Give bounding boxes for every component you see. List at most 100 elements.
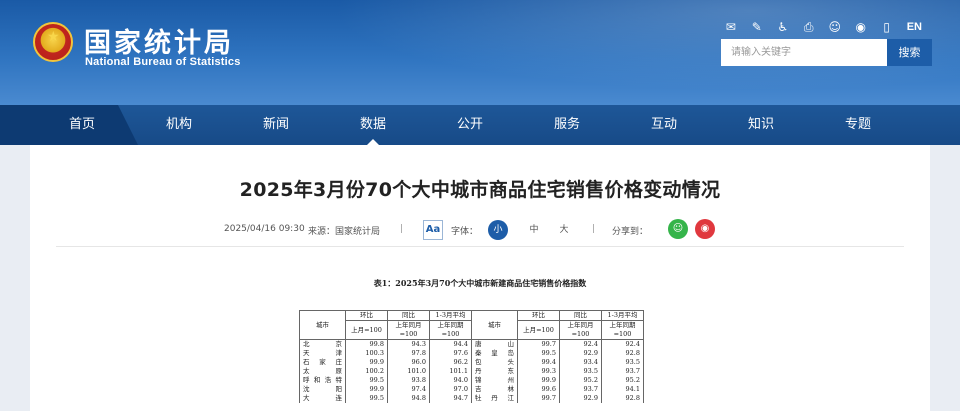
national-emblem-icon[interactable]: ★ (33, 22, 73, 62)
yoy-cell: 92.9 (559, 394, 602, 403)
table-subheader-yoy-base: =100 (387, 330, 430, 340)
wechat-share-icon[interactable]: ☺ (668, 219, 688, 239)
weibo-share-icon[interactable]: ◉ (695, 219, 715, 239)
mom-cell: 99.9 (345, 358, 388, 367)
site-logo-cn[interactable]: 国家统计局 (84, 21, 234, 60)
yoy-cell: 93.7 (559, 385, 602, 394)
table-header-city: 城市 (299, 310, 346, 340)
mom-cell: 99.4 (517, 358, 560, 367)
share-label: 分享到： (612, 227, 649, 237)
avg-cell: 95.2 (601, 376, 644, 385)
table-header-city: 城市 (471, 310, 518, 340)
mom-cell: 99.5 (517, 349, 560, 358)
mom-cell: 99.8 (345, 339, 388, 349)
article-panel: 2025年3月份70个大中城市商品住宅销售价格变动情况 2025/04/16 0… (30, 145, 930, 411)
accessibility-icon[interactable]: ♿ (775, 19, 791, 35)
mom-cell: 100.3 (345, 349, 388, 358)
table-body: 北 京 99.8 94.3 94.4 唐 山 99.7 92.4 92.4 天 … (299, 339, 644, 403)
table-subheader-yoy: 上年同月 (387, 320, 430, 330)
nav-item-public[interactable]: 公开 (430, 105, 510, 145)
yoy-cell: 95.2 (559, 376, 602, 385)
font-medium-button[interactable]: 中 (524, 220, 544, 240)
avg-cell: 94.1 (601, 385, 644, 394)
font-large-button[interactable]: 大 (554, 220, 574, 240)
meta-separator: | (592, 224, 596, 234)
city-cell: 锦 州 (471, 376, 518, 385)
mom-cell: 99.7 (517, 339, 560, 349)
nav-item-knowledge[interactable]: 知识 (721, 105, 801, 145)
nav-item-topics[interactable]: 专题 (818, 105, 898, 145)
search-box: 搜索 (721, 39, 932, 66)
nav-item-news[interactable]: 新闻 (236, 105, 316, 145)
city-cell: 大 连 (299, 394, 346, 403)
city-cell: 牡 丹 江 (471, 394, 518, 403)
table-subheader-avg-base: =100 (601, 330, 644, 340)
table-subheader-avg: 上年同期 (601, 320, 644, 330)
city-cell: 吉 林 (471, 385, 518, 394)
table-subheader-yoy: 上年同月 (559, 320, 602, 330)
table-header-mom: 环比 (345, 310, 388, 321)
price-index-table: 城市 环比 同比 1-3月平均 城市 环比 同比 1-3月平均 上月=100 上… (299, 310, 644, 403)
mom-cell: 99.7 (517, 394, 560, 403)
table-header-yoy: 同比 (559, 310, 602, 321)
yoy-cell: 92.4 (559, 339, 602, 349)
mail-icon[interactable]: ✉ (723, 19, 739, 35)
city-cell: 唐 山 (471, 339, 518, 349)
nav-item-data[interactable]: 数据 (333, 105, 413, 145)
mom-cell: 99.6 (517, 385, 560, 394)
site-header: ★ 国家统计局 National Bureau of Statistics ✉ … (0, 0, 960, 105)
city-cell: 天 津 (299, 349, 346, 358)
table-row: 北 京 99.8 94.3 94.4 唐 山 99.7 92.4 92.4 (299, 339, 644, 349)
table-row: 大 连 99.5 94.8 94.7 牡 丹 江 99.7 92.9 92.8 (299, 394, 644, 403)
mobile-icon[interactable]: ▯ (879, 19, 895, 35)
font-small-button[interactable]: 小 (488, 220, 508, 240)
table-row: 太 原 100.2 101.0 101.1 丹 东 99.3 93.5 93.7 (299, 367, 644, 376)
avg-cell: 92.8 (601, 349, 644, 358)
message-icon[interactable]: ✎ (749, 19, 765, 35)
table-subheader-yoy-base: =100 (559, 330, 602, 340)
font-size-icon[interactable]: Aa (423, 220, 443, 240)
print-icon[interactable]: ⎙ (801, 19, 817, 35)
header-tools: ✉ ✎ ♿ ⎙ ☺ ◉ ▯ EN (723, 19, 922, 35)
avg-cell: 94.0 (429, 376, 472, 385)
publish-date: 2025/04/16 09:30 (224, 224, 305, 234)
article-title: 2025年3月份70个大中城市商品住宅销售价格变动情况 (239, 179, 721, 201)
city-cell: 太 原 (299, 367, 346, 376)
divider (56, 246, 904, 247)
table-caption: 表1：2025年3月70个大中城市新建商品住宅销售价格指数 (373, 278, 587, 288)
nav-item-organization[interactable]: 机构 (139, 105, 219, 145)
city-cell: 呼和浩特 (299, 376, 346, 385)
table-subheader-avg-base: =100 (429, 330, 472, 340)
wechat-icon[interactable]: ☺ (827, 19, 843, 35)
city-cell: 北 京 (299, 339, 346, 349)
yoy-cell: 94.3 (387, 339, 430, 349)
weibo-icon[interactable]: ◉ (853, 19, 869, 35)
yoy-cell: 97.4 (387, 385, 430, 394)
mom-cell: 99.5 (345, 376, 388, 385)
avg-cell: 93.7 (601, 367, 644, 376)
mom-cell: 99.9 (345, 385, 388, 394)
avg-cell: 94.7 (429, 394, 472, 403)
site-logo-en[interactable]: National Bureau of Statistics (85, 56, 241, 68)
table-row: 石 家 庄 99.9 96.0 96.2 包 头 99.4 93.4 93.5 (299, 358, 644, 367)
table-subheader-mom: 上月=100 (517, 320, 560, 340)
city-cell: 沈 阳 (299, 385, 346, 394)
table-header-avg: 1-3月平均 (601, 310, 644, 321)
nav-item-interaction[interactable]: 互动 (624, 105, 704, 145)
main-nav: 首页 机构 新闻 数据 公开 服务 互动 知识 专题 (0, 105, 960, 145)
font-size-label: 字体： (451, 227, 479, 237)
search-input[interactable] (721, 39, 887, 66)
nav-item-home[interactable]: 首页 (42, 105, 122, 145)
language-switch[interactable]: EN (907, 21, 922, 33)
avg-cell: 92.8 (601, 394, 644, 403)
city-cell: 丹 东 (471, 367, 518, 376)
nav-item-services[interactable]: 服务 (527, 105, 607, 145)
avg-cell: 97.6 (429, 349, 472, 358)
search-button[interactable]: 搜索 (887, 39, 932, 66)
table-header-mom: 环比 (517, 310, 560, 321)
yoy-cell: 94.8 (387, 394, 430, 403)
yoy-cell: 93.5 (559, 367, 602, 376)
yoy-cell: 93.8 (387, 376, 430, 385)
avg-cell: 93.5 (601, 358, 644, 367)
city-cell: 秦 皇 岛 (471, 349, 518, 358)
